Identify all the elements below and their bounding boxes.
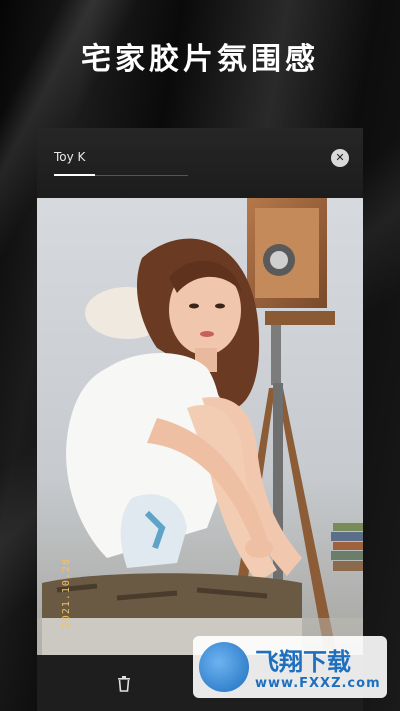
date-stamp: 2021.10.28 xyxy=(61,558,72,629)
photo-illustration xyxy=(37,198,363,655)
filter-name-tab[interactable]: Toy K xyxy=(54,150,85,164)
editor-panel: Toy K ✕ 2021.10.28 xyxy=(37,128,363,711)
promo-headline: 宅家胶片氛围感 xyxy=(81,42,319,77)
watermark-title: 飞翔下载 xyxy=(255,648,351,676)
filter-header: Toy K ✕ xyxy=(37,128,363,198)
photo-preview: 2021.10.28 xyxy=(37,198,363,655)
close-icon[interactable]: ✕ xyxy=(331,149,349,167)
watermark-badge: 飞翔下载 www.FXXZ.com xyxy=(193,636,387,698)
watermark-url: www.FXXZ.com xyxy=(255,676,381,691)
logo-icon xyxy=(199,642,249,692)
trash-icon[interactable] xyxy=(117,676,131,692)
filter-slider-active xyxy=(54,174,95,176)
